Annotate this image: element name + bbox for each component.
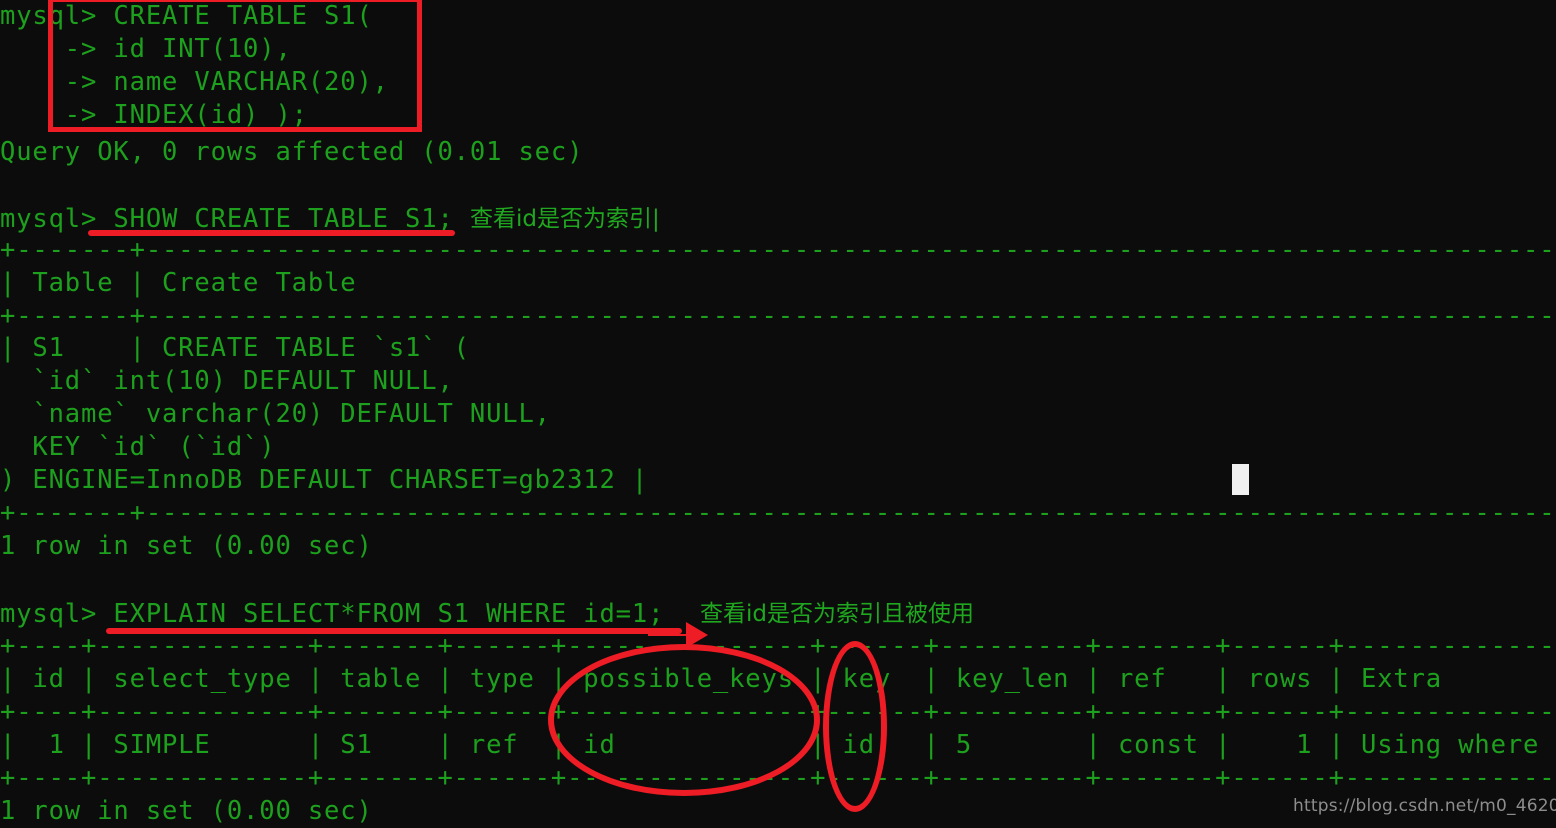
terminal-line-exp-row: | 1 | SIMPLE | S1 | ref | id | id | 5 | …: [0, 730, 1556, 760]
terminal-cursor-block: [1232, 464, 1249, 495]
terminal-line-exp-sep-bottom: +----+-------------+-------+------+-----…: [0, 763, 1556, 793]
terminal-line-exp-header: | id | select_type | table | type | poss…: [0, 664, 1556, 694]
terminal-line-show-create: mysql> SHOW CREATE TABLE S1;: [0, 204, 454, 234]
annotation-note-explain: 查看id是否为索引且被使用: [700, 601, 974, 627]
terminal-line-create-table: mysql> CREATE TABLE S1(: [0, 1, 373, 31]
terminal-line-sct-header: | Table | Create Table |: [0, 268, 357, 298]
terminal-line-exp-sep-top: +----+-------------+-------+------+-----…: [0, 631, 1556, 661]
terminal-line-sct-row-2: `id` int(10) DEFAULT NULL,: [0, 366, 454, 396]
terminal-line-sct-sep-top: +-------+-------------------------------…: [0, 235, 1556, 265]
terminal-line-row-in-set-2: 1 row in set (0.00 sec): [0, 796, 373, 826]
terminal-line-row-in-set-1: 1 row in set (0.00 sec): [0, 531, 373, 561]
terminal-line-create-col-id: -> id INT(10),: [0, 34, 292, 64]
terminal-line-create-col-name: -> name VARCHAR(20),: [0, 67, 389, 97]
terminal-line-exp-sep-mid: +----+-------------+-------+------+-----…: [0, 697, 1556, 727]
terminal-window: mysql> CREATE TABLE S1( -> id INT(10), -…: [0, 0, 1556, 826]
terminal-line-explain: mysql> EXPLAIN SELECT*FROM S1 WHERE id=1…: [0, 599, 665, 629]
terminal-line-sct-row-4: KEY `id` (`id`): [0, 432, 276, 462]
terminal-line-sct-sep-mid: +-------+-------------------------------…: [0, 301, 1556, 331]
watermark: https://blog.csdn.net/m0_46209092: [1293, 796, 1556, 816]
terminal-line-create-index: -> INDEX(id) );: [0, 100, 308, 130]
terminal-line-sct-sep-bottom: +-------+-------------------------------…: [0, 498, 1556, 528]
terminal-line-sct-row-5: ) ENGINE=InnoDB DEFAULT CHARSET=gb2312 |: [0, 465, 649, 495]
terminal-line-create-result: Query OK, 0 rows affected (0.01 sec): [0, 137, 584, 167]
terminal-line-sct-row-1: | S1 | CREATE TABLE `s1` (: [0, 333, 470, 363]
terminal-line-sct-row-3: `name` varchar(20) DEFAULT NULL,: [0, 399, 551, 429]
annotation-note-show-create: 查看id是否为索引|: [470, 206, 660, 232]
